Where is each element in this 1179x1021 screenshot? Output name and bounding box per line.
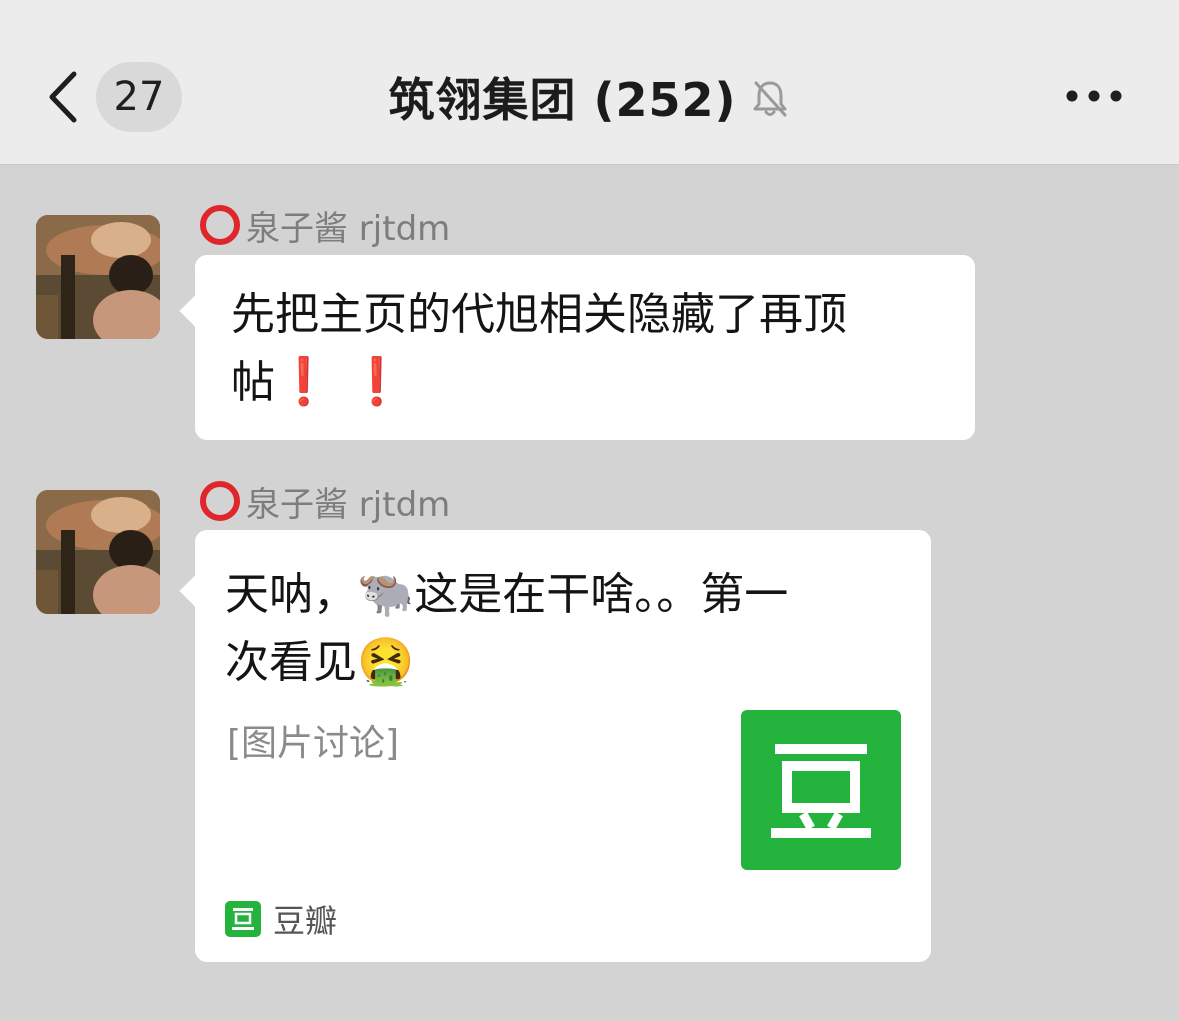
- status-ring-icon: [200, 205, 240, 245]
- message-line-text: 帖: [231, 357, 275, 408]
- sender-name: 泉子酱 rjtdm: [246, 208, 451, 249]
- card-source: 豆瓣: [225, 896, 337, 942]
- douban-small-icon: [225, 901, 261, 937]
- card-title: 天呐，🐃这是在干啥。。第一 次看见🤮: [225, 560, 788, 696]
- card-title-text: 次看见: [225, 637, 357, 688]
- exclamation-icons: ❗ ❗: [275, 354, 406, 408]
- thumbnail-char: 豆: [821, 710, 822, 711]
- more-dots-icon: [1066, 90, 1122, 102]
- message-line: 帖❗ ❗: [231, 348, 847, 416]
- douban-thumbnail: 豆: [741, 708, 901, 870]
- card-subtitle: [图片讨论]: [227, 723, 400, 764]
- message-line: 先把主页的代旭相关隐藏了再顶: [231, 289, 847, 340]
- more-options-button[interactable]: [1058, 76, 1130, 116]
- card-title-line: 天呐，🐃这是在干啥。。第一: [225, 560, 788, 628]
- sender-name-row: 泉子酱 rjtdm: [200, 202, 451, 249]
- avatar-image: [36, 490, 160, 614]
- message-bubble[interactable]: 先把主页的代旭相关隐藏了再顶 帖❗ ❗: [195, 255, 975, 440]
- douban-logo-icon: 豆: [771, 708, 871, 838]
- card-title-text: 这是在干啥。。第一: [414, 569, 789, 620]
- card-title-line: 次看见🤮: [225, 628, 788, 696]
- title-area: 筑翎集团 (252): [0, 62, 1179, 132]
- bell-off-icon: [753, 81, 787, 117]
- status-ring-icon: [200, 481, 240, 521]
- sender-avatar[interactable]: [36, 490, 160, 614]
- avatar-image: [36, 215, 160, 339]
- card-title-text: 天呐，: [225, 569, 357, 620]
- link-card-bubble[interactable]: 天呐，🐃这是在干啥。。第一 次看见🤮 [图片讨论] 豆 豆瓣: [195, 530, 931, 962]
- water-buffalo-emoji: 🐃: [357, 566, 415, 620]
- vomiting-face-emoji: 🤮: [357, 634, 415, 688]
- chat-header: 27 筑翎集团 (252): [0, 0, 1179, 165]
- chat-title: 筑翎集团 (252): [388, 73, 737, 127]
- sender-avatar[interactable]: [36, 215, 160, 339]
- source-name: 豆瓣: [273, 902, 338, 940]
- sender-name-row: 泉子酱 rjtdm: [200, 478, 451, 525]
- message-text: 先把主页的代旭相关隐藏了再顶 帖❗ ❗: [231, 282, 847, 416]
- sender-name: 泉子酱 rjtdm: [246, 484, 451, 525]
